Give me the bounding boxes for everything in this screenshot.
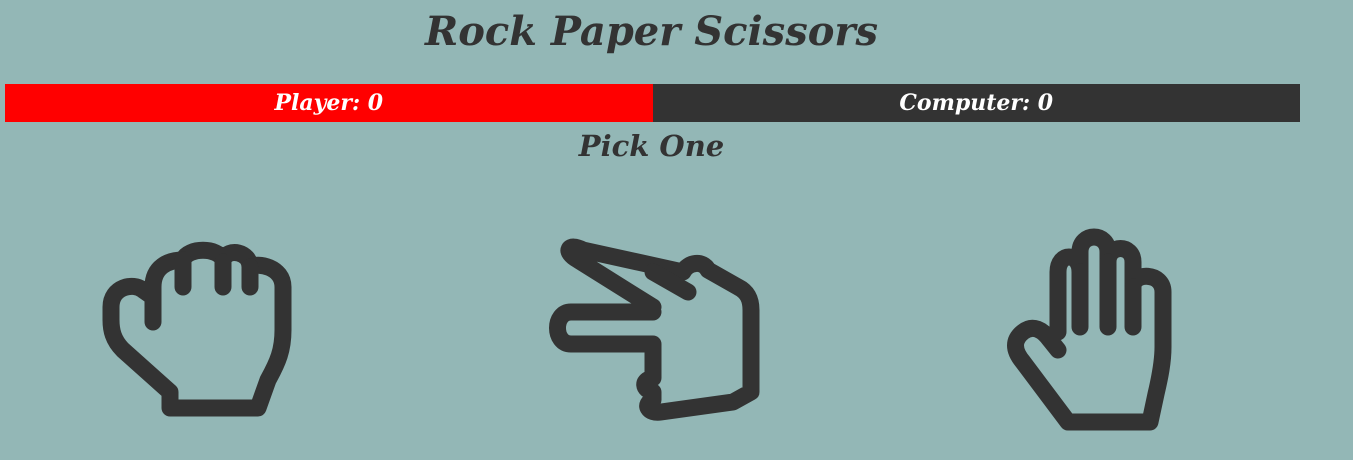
rock-button[interactable] <box>98 232 318 427</box>
player-score: Player: 0 <box>5 84 653 122</box>
scoreboard: Player: 0 Computer: 0 <box>5 84 1300 122</box>
pick-one-prompt: Pick One <box>578 129 725 163</box>
paper-button[interactable] <box>998 222 1218 432</box>
scissors-button[interactable] <box>543 232 763 427</box>
computer-score: Computer: 0 <box>652 84 1300 122</box>
scissors-hand-icon <box>549 238 760 421</box>
open-hand-icon <box>1007 228 1172 431</box>
page-title: Rock Paper Scissors <box>424 8 878 55</box>
fist-icon <box>102 241 292 417</box>
